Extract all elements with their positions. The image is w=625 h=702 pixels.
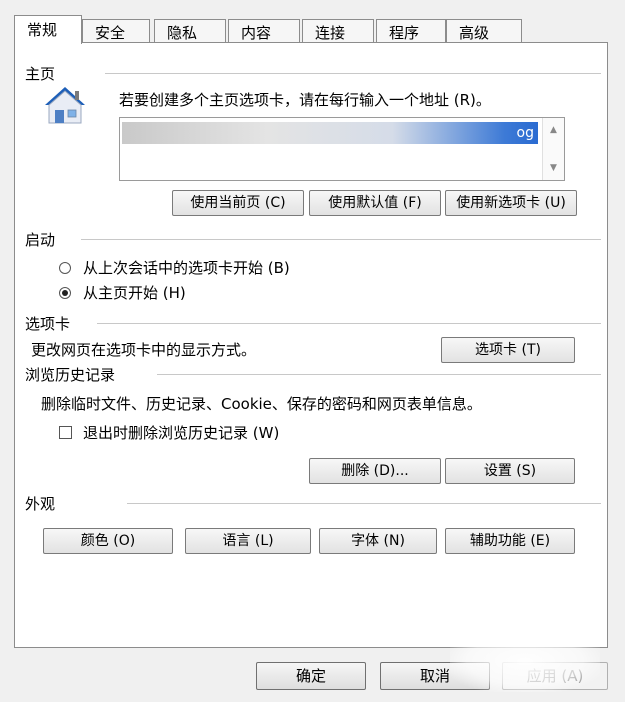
ok-button[interactable]: 确定 [256, 662, 366, 690]
startup-section-title: 启动 [25, 231, 56, 249]
tab-privacy[interactable]: 隐私 [154, 19, 226, 43]
colors-button[interactable]: 颜色 (O) [43, 528, 173, 554]
tab-programs[interactable]: 程序 [376, 19, 446, 43]
tabs-section-divider [97, 323, 601, 324]
tab-general[interactable]: 常规 [14, 15, 82, 44]
tab-advanced[interactable]: 高级 [446, 19, 522, 43]
use-default-button[interactable]: 使用默认值 (F) [309, 190, 441, 216]
home-address-line: og [122, 122, 538, 144]
home-instruction: 若要创建多个主页选项卡，请在每行输入一个地址 (R)。 [119, 91, 491, 109]
appearance-section-divider [127, 503, 601, 504]
use-new-tab-button[interactable]: 使用新选项卡 (U) [445, 190, 577, 216]
appearance-section-title: 外观 [25, 495, 56, 513]
history-settings-button[interactable]: 设置 (S) [445, 458, 575, 484]
tab-content[interactable]: 内容 [228, 19, 300, 43]
home-section-title: 主页 [25, 65, 56, 83]
tabs-settings-button[interactable]: 选项卡 (T) [441, 337, 575, 363]
startup-home-page-label[interactable]: 从主页开始 (H) [83, 282, 186, 303]
general-panel: 主页 若要创建多个主页选项卡，请在每行输入一个地址 (R)。 og ▲ ▼ 使用… [14, 42, 608, 648]
use-current-page-button[interactable]: 使用当前页 (C) [172, 190, 304, 216]
tabs-section-description: 更改网页在选项卡中的显示方式。 [31, 341, 257, 359]
scroll-down-arrow-icon[interactable]: ▼ [543, 158, 564, 178]
cancel-button[interactable]: 取消 [380, 662, 490, 690]
history-section-divider [157, 374, 601, 375]
internet-options-dialog: 常规 安全 隐私 内容 连接 程序 高级 主页 若要创建多个主页选项卡，请在每行… [0, 0, 625, 702]
apply-button[interactable]: 应用 (A) [502, 662, 608, 690]
languages-button[interactable]: 语言 (L) [185, 528, 311, 554]
home-address-textarea[interactable]: og ▲ ▼ [119, 117, 565, 181]
accessibility-button[interactable]: 辅助功能 (E) [445, 528, 575, 554]
startup-section-divider [81, 239, 601, 240]
history-section-title: 浏览历史记录 [25, 366, 116, 384]
home-section-divider [105, 73, 601, 74]
tab-security[interactable]: 安全 [82, 19, 150, 43]
scroll-up-arrow-icon[interactable]: ▲ [543, 120, 564, 140]
startup-home-page-radio[interactable] [59, 287, 71, 299]
delete-history-on-exit-label[interactable]: 退出时删除浏览历史记录 (W) [83, 422, 279, 443]
history-delete-button[interactable]: 删除 (D)... [309, 458, 441, 484]
startup-last-session-radio[interactable] [59, 262, 71, 274]
delete-history-on-exit-checkbox[interactable] [59, 426, 72, 439]
tabs-section-title: 选项卡 [25, 315, 71, 333]
fonts-button[interactable]: 字体 (N) [319, 528, 437, 554]
tab-bar: 常规 安全 隐私 内容 连接 程序 高级 [14, 15, 614, 44]
history-description: 删除临时文件、历史记录、Cookie、保存的密码和网页表单信息。 [41, 395, 482, 413]
startup-last-session-label[interactable]: 从上次会话中的选项卡开始 (B) [83, 257, 290, 278]
home-icon [45, 87, 85, 124]
home-address-scrollbar[interactable]: ▲ ▼ [542, 118, 564, 180]
tab-connections[interactable]: 连接 [302, 19, 374, 43]
